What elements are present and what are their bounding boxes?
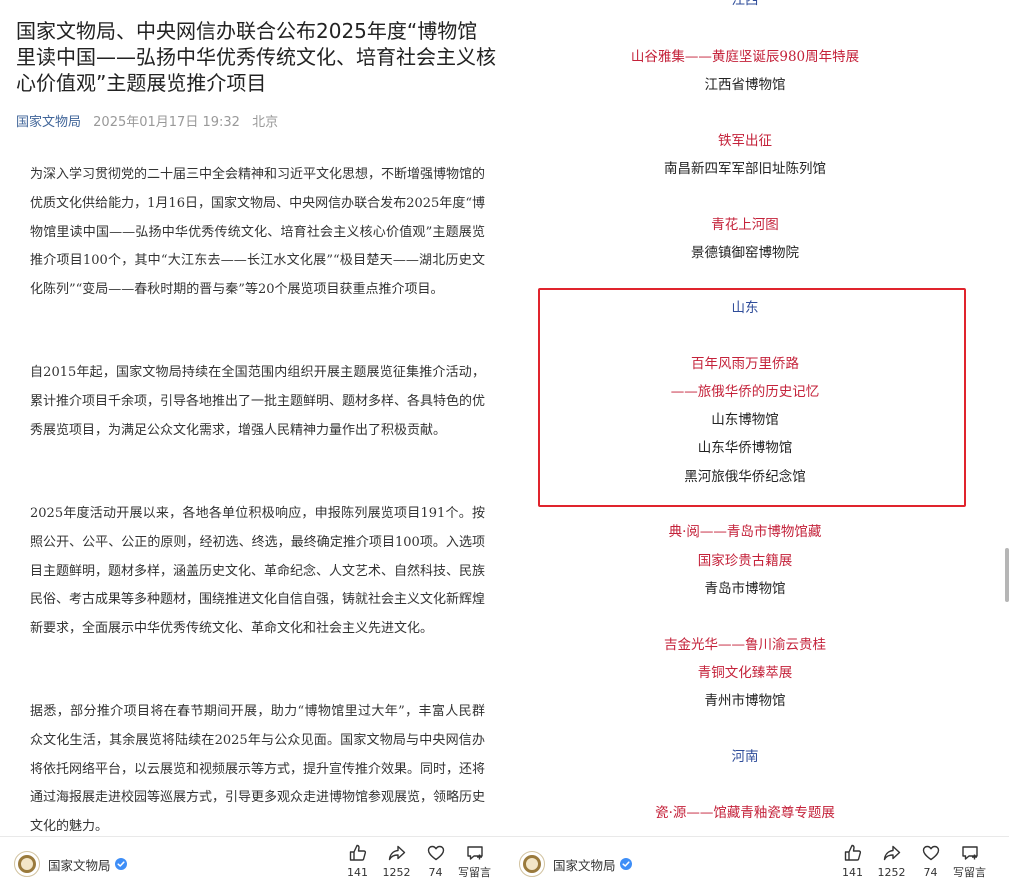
- exhibit-subtitle: ——旅俄华侨的历史记忆: [670, 384, 820, 400]
- province-heading-jiangxi: 江西: [731, 0, 759, 8]
- comment-label: 写留言: [458, 866, 491, 879]
- exhibit-title: 铁军出征: [718, 133, 772, 149]
- province-heading-henan: 河南: [731, 749, 759, 765]
- exhibit-title: 百年风雨万里侨路: [691, 356, 799, 372]
- publish-datetime: 2025年01月17日 19:32: [93, 115, 240, 130]
- exhibit-title: 典·阅——青岛市博物馆藏: [668, 524, 822, 540]
- province-heading-shandong: 山东: [731, 300, 759, 316]
- article-pane: 国家文物局、中央网信办联合公布2025年度“博物馆里读中国——弘扬中华优秀传统文…: [0, 0, 505, 887]
- author-link[interactable]: 国家文物局: [16, 115, 81, 130]
- account-logo-icon[interactable]: [14, 851, 40, 877]
- like-count: 141: [842, 866, 863, 879]
- exhibit-org: 青岛市博物馆: [704, 581, 786, 597]
- comment-icon: [466, 846, 483, 860]
- share-count: 1252: [877, 866, 906, 879]
- exhibit-subtitle: 青铜文化臻萃展: [697, 665, 793, 681]
- verified-badge-icon: [619, 858, 632, 870]
- exhibit-org: 黑河旅俄华侨纪念馆: [684, 469, 806, 485]
- article-paragraph: 为深入学习贯彻党的二十届三中全会精神和习近平文化思想，不断增强博物馆的优质文化供…: [30, 167, 486, 298]
- favorite-count: 74: [923, 866, 938, 879]
- like-button[interactable]: 141: [833, 843, 872, 880]
- article-paragraph: 2025年度活动开展以来，各地各单位积极响应，申报陈列展览项目191个。按照公开…: [30, 506, 486, 637]
- share-arrow-icon: [883, 845, 900, 861]
- action-group: 141 1252 74 写留言: [338, 843, 494, 880]
- exhibit-org: 山东博物馆: [711, 412, 779, 428]
- comment-label: 写留言: [953, 866, 986, 879]
- exhibit-title: 山谷雅集——黄庭坚诞辰980周年特展: [630, 49, 860, 65]
- share-button[interactable]: 1252: [872, 843, 911, 880]
- exhibit-org: 青州市博物馆: [704, 693, 786, 709]
- thumbs-up-icon: [349, 844, 366, 861]
- article-paragraph: 自2015年起，国家文物局持续在全国范围内组织开展主题展览征集推介活动，累计推介…: [30, 365, 486, 438]
- scrollbar[interactable]: [1003, 0, 1009, 887]
- exhibit-title: 吉金光华——鲁川渝云贵桂: [664, 637, 826, 653]
- bottom-action-bar: 国家文物局 141 1252 74 写留言: [0, 836, 505, 887]
- exhibition-list-pane: 江西 山谷雅集——黄庭坚诞辰980周年特展 江西省博物馆 铁军出征 南昌新四军军…: [505, 0, 1009, 887]
- account-logo-icon[interactable]: [519, 851, 545, 877]
- scrollbar-thumb[interactable]: [1005, 548, 1009, 602]
- heart-icon: [427, 845, 444, 861]
- exhibit-org: 南昌新四军军部旧址陈列馆: [664, 161, 826, 177]
- exhibit-org: 景德镇御窑博物院: [691, 245, 799, 261]
- article-paragraph: 据悉，部分推介项目将在春节期间开展，助力“博物馆里过大年”，丰富人民群众文化生活…: [30, 704, 485, 835]
- verified-badge-icon: [114, 858, 127, 870]
- comment-button[interactable]: 写留言: [950, 843, 989, 880]
- account-info[interactable]: 国家文物局: [14, 851, 127, 877]
- publish-location: 北京: [252, 115, 279, 130]
- exhibit-title: 青花上河图: [711, 217, 779, 233]
- account-name[interactable]: 国家文物局: [553, 855, 616, 874]
- account-info[interactable]: 国家文物局: [519, 851, 632, 877]
- exhibit-org: 江西省博物馆: [704, 77, 786, 93]
- favorite-button[interactable]: 74: [416, 843, 455, 880]
- account-name[interactable]: 国家文物局: [48, 855, 111, 874]
- favorite-count: 74: [428, 866, 443, 879]
- like-button[interactable]: 141: [338, 843, 377, 880]
- share-count: 1252: [382, 866, 411, 879]
- share-arrow-icon: [388, 845, 405, 861]
- like-count: 141: [347, 866, 368, 879]
- favorite-button[interactable]: 74: [911, 843, 950, 880]
- action-group: 141 1252 74 写留言: [833, 843, 989, 880]
- exhibit-title: 瓷·源——馆藏青釉瓷尊专题展: [655, 805, 835, 821]
- comment-icon: [961, 846, 978, 860]
- thumbs-up-icon: [844, 844, 861, 861]
- exhibit-org: 山东华侨博物馆: [697, 440, 793, 456]
- comment-button[interactable]: 写留言: [455, 843, 494, 880]
- article-meta: 国家文物局 2025年01月17日 19:32 北京: [16, 114, 278, 132]
- exhibit-subtitle: 国家珍贵古籍展: [697, 553, 793, 569]
- article-title: 国家文物局、中央网信办联合公布2025年度“博物馆里读中国——弘扬中华优秀传统文…: [16, 19, 496, 95]
- share-button[interactable]: 1252: [377, 843, 416, 880]
- heart-icon: [922, 845, 939, 861]
- bottom-action-bar: 国家文物局 141 1252 74 写留言: [505, 836, 1009, 887]
